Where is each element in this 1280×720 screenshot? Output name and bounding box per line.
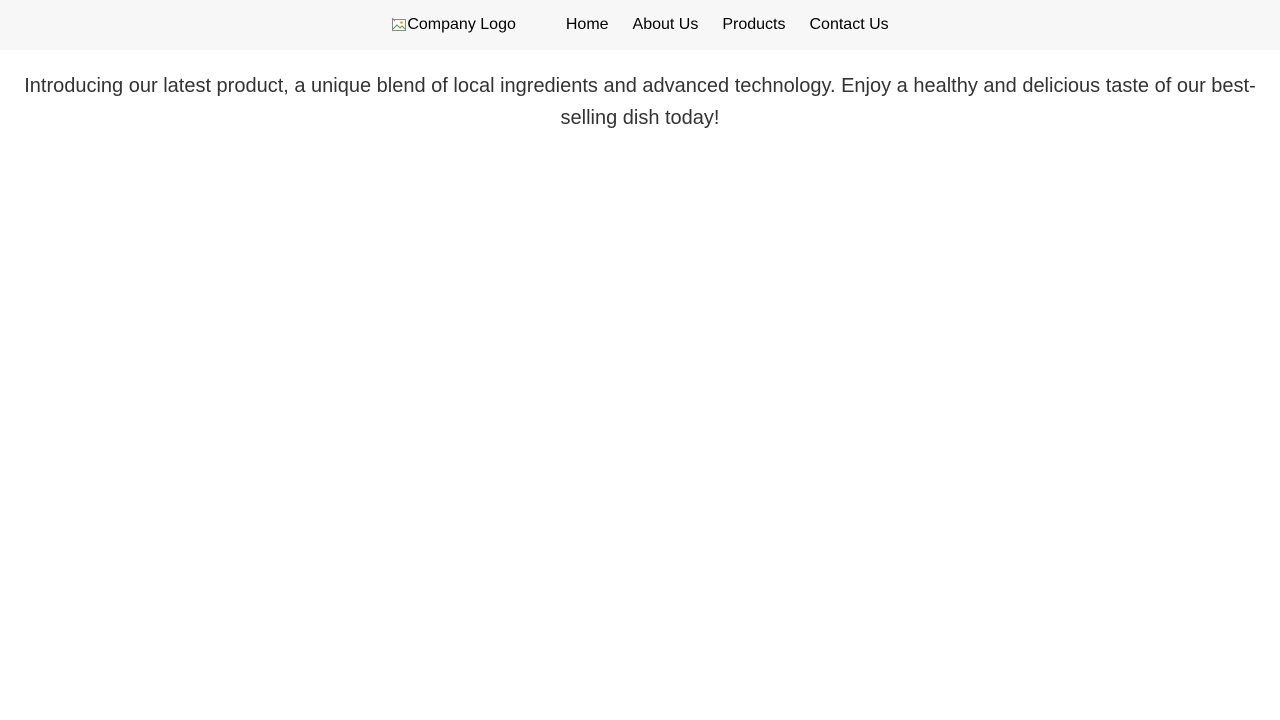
site-header: Company Logo Home About Us Products Cont… — [0, 0, 1280, 50]
nav-link-contact-us[interactable]: Contact Us — [810, 16, 889, 34]
nav-link-products[interactable]: Products — [722, 16, 785, 34]
broken-image-icon — [391, 17, 407, 33]
nav-link-about-us[interactable]: About Us — [633, 16, 699, 34]
product-intro-text: Introducing our latest product, a unique… — [24, 75, 1256, 129]
logo-alt-text: Company Logo — [407, 16, 516, 33]
company-logo[interactable]: Company Logo — [391, 16, 516, 34]
nav-link-home[interactable]: Home — [566, 16, 609, 34]
main-nav: Home About Us Products Contact Us — [566, 16, 889, 34]
